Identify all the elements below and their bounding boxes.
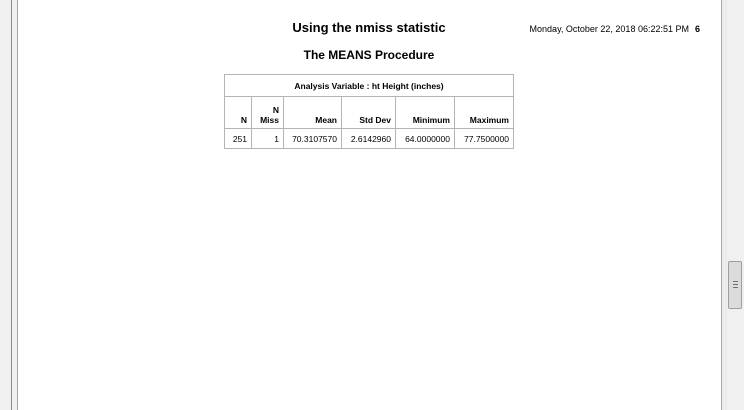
column-header-n: N (224, 96, 252, 129)
column-header-mean: Mean (283, 96, 342, 129)
sas-results-viewer: Using the nmiss statistic Monday, Octobe… (0, 0, 744, 410)
column-header-nmiss: N Miss (251, 96, 284, 129)
cell-mean: 70.3107570 (283, 128, 342, 149)
column-header-std-dev: Std Dev (341, 96, 396, 129)
vertical-scrollbar[interactable] (727, 0, 744, 410)
cell-std-dev: 2.6142960 (341, 128, 396, 149)
page-title: Using the nmiss statistic (292, 20, 446, 35)
cell-maximum: 77.7500000 (454, 128, 514, 149)
frame-divider (11, 0, 12, 410)
table-header-row: N N Miss Mean Std Dev Minimum Maximum (224, 96, 514, 129)
means-results-table: Analysis Variable : ht Height (inches) N… (224, 74, 514, 149)
cell-nmiss: 1 (251, 128, 284, 149)
table-row: 251 1 70.3107570 2.6142960 64.0000000 77… (224, 128, 514, 149)
left-window-frame (0, 0, 18, 410)
column-header-maximum: Maximum (454, 96, 514, 129)
table-caption-row: Analysis Variable : ht Height (inches) (224, 74, 514, 97)
cell-n: 251 (224, 128, 252, 149)
scrollbar-thumb[interactable] (728, 261, 742, 309)
procedure-title: The MEANS Procedure (303, 48, 435, 62)
timestamp-text: Monday, October 22, 2018 06:22:51 PM (529, 24, 689, 34)
cell-minimum: 64.0000000 (395, 128, 455, 149)
page-number: 6 (694, 24, 700, 34)
page-timestamp: Monday, October 22, 2018 06:22:51 PM 6 (530, 24, 700, 34)
column-header-minimum: Minimum (395, 96, 455, 129)
table-caption: Analysis Variable : ht Height (inches) (224, 74, 514, 97)
